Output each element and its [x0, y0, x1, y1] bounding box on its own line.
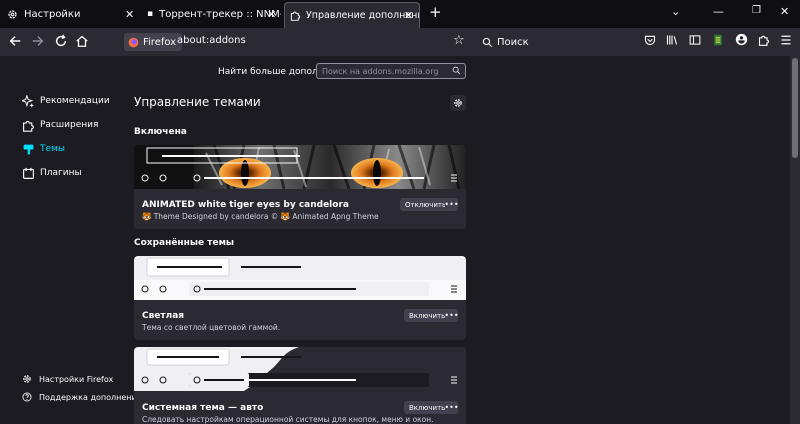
- category-themes[interactable]: Темы: [22, 141, 65, 157]
- tab-title: Настройки: [24, 8, 81, 20]
- theme-description: Следовать настройкам операционной систем…: [142, 415, 434, 424]
- gear-icon: [22, 374, 32, 384]
- help-icon: [22, 392, 32, 402]
- gear-icon: [453, 98, 463, 108]
- category-label: Рекомендации: [40, 96, 110, 106]
- library-icon[interactable]: [666, 34, 678, 46]
- sidebar-icon[interactable]: [689, 34, 701, 46]
- theme-card: Системная тема — авто Следовать настройк…: [134, 347, 466, 424]
- category-label: Темы: [40, 144, 65, 154]
- theme-name: Системная тема — авто: [142, 403, 264, 413]
- more-options-button[interactable]: •••: [444, 401, 459, 414]
- bookmark-star-icon[interactable]: ☆: [453, 33, 465, 48]
- category-extensions[interactable]: Расширения: [22, 117, 98, 133]
- theme-name: Светлая: [142, 311, 185, 321]
- gear-icon: [7, 9, 18, 20]
- button-label: Отключить: [405, 200, 447, 209]
- more-label: •••: [444, 200, 459, 209]
- category-label: Расширения: [40, 120, 99, 130]
- tab-nnm-club[interactable]: ▪ Торрент-трекер :: NNM-Club ✕: [145, 0, 281, 28]
- search-icon[interactable]: [452, 66, 461, 75]
- sparkle-icon: [22, 94, 35, 108]
- firefox-logo-icon: [128, 37, 139, 48]
- more-label: •••: [444, 311, 459, 320]
- page-title: Управление темами: [134, 95, 261, 109]
- maximize-button[interactable]: ❐: [752, 5, 761, 16]
- footer-label: Поддержка дополнений: [39, 392, 142, 402]
- pocket-icon[interactable]: [644, 34, 656, 46]
- tab-title: Торрент-трекер :: NNM-Club: [159, 8, 281, 20]
- back-button[interactable]: [8, 34, 24, 50]
- button-label: Включить: [409, 311, 446, 320]
- new-tab-button[interactable]: +: [429, 3, 442, 21]
- firefox-settings-link[interactable]: Настройки Firefox: [22, 374, 113, 384]
- theme-description: 🐯 Theme Designed by candelora © 🐯 Animat…: [142, 212, 379, 221]
- account-icon[interactable]: [735, 33, 748, 46]
- identity-label: Firefox: [143, 36, 177, 48]
- close-icon[interactable]: ✕: [125, 8, 134, 21]
- puzzle-icon: [290, 10, 301, 21]
- search-placeholder: Поиск: [497, 36, 529, 48]
- home-button[interactable]: [75, 34, 91, 50]
- theme-preview-light: [134, 256, 466, 300]
- addons-search-input[interactable]: Поиск на addons.mozilla.org: [316, 63, 466, 79]
- menu-icon[interactable]: [780, 34, 792, 46]
- minimize-button[interactable]: —: [713, 5, 724, 18]
- reload-button[interactable]: [54, 34, 70, 50]
- category-label: Плагины: [40, 168, 82, 178]
- saved-themes-heading: Сохранённые темы: [134, 238, 235, 248]
- tab-strip: Настройки ✕ ▪ Торрент-трекер :: NNM-Club…: [0, 0, 800, 28]
- theme-name: ANIMATED white tiger eyes by candelora: [142, 200, 349, 210]
- close-icon[interactable]: ✕: [404, 9, 413, 22]
- enable-button[interactable]: Включить: [404, 401, 451, 414]
- enabled-heading: Включена: [134, 127, 187, 137]
- more-label: •••: [444, 403, 459, 412]
- plugin-icon: [22, 167, 35, 180]
- identity-box[interactable]: Firefox: [124, 33, 183, 51]
- close-icon[interactable]: ✕: [267, 8, 276, 21]
- brush-icon: [22, 143, 35, 156]
- puzzle-icon: [22, 119, 35, 132]
- category-plugins[interactable]: Плагины: [22, 165, 82, 181]
- tools-gear-button[interactable]: [450, 95, 466, 111]
- theme-preview-tiger: [134, 145, 466, 189]
- url-text: about:addons: [177, 35, 246, 46]
- disable-button[interactable]: Отключить: [400, 198, 452, 211]
- more-options-button[interactable]: •••: [444, 198, 459, 211]
- button-label: Включить: [409, 403, 446, 412]
- tab-addons[interactable]: Управление дополнениями ✕: [284, 2, 420, 28]
- url-bar[interactable]: Firefox about:addons: [118, 31, 474, 53]
- search-bar[interactable]: Поиск: [478, 31, 628, 53]
- tab-settings[interactable]: Настройки ✕: [4, 0, 142, 28]
- search-icon: [482, 37, 493, 48]
- theme-card: ANIMATED white tiger eyes by candelora 🐯…: [134, 145, 466, 229]
- extensions-puzzle-icon[interactable]: [758, 34, 770, 46]
- tab-list-icon[interactable]: ⌄: [671, 5, 680, 18]
- forward-button[interactable]: [31, 34, 47, 50]
- footer-label: Настройки Firefox: [39, 374, 114, 384]
- close-window-button[interactable]: ✕: [780, 5, 789, 18]
- search-placeholder: Поиск на addons.mozilla.org: [322, 67, 439, 76]
- scrollbar-thumb[interactable]: [792, 58, 798, 158]
- more-options-button[interactable]: •••: [444, 309, 459, 322]
- theme-card: Светлая Тема со светлой цветовой гаммой.…: [134, 256, 466, 340]
- addons-support-link[interactable]: Поддержка дополнений: [22, 392, 142, 402]
- theme-preview-system: [134, 347, 466, 391]
- category-recommendations[interactable]: Рекомендации: [22, 93, 110, 109]
- enable-button[interactable]: Включить: [404, 309, 451, 322]
- tab-title: Управление дополнениями: [306, 10, 419, 21]
- extension-icon[interactable]: [712, 34, 724, 46]
- sound-icon: ▪: [147, 9, 154, 19]
- theme-description: Тема со светлой цветовой гаммой.: [142, 323, 281, 332]
